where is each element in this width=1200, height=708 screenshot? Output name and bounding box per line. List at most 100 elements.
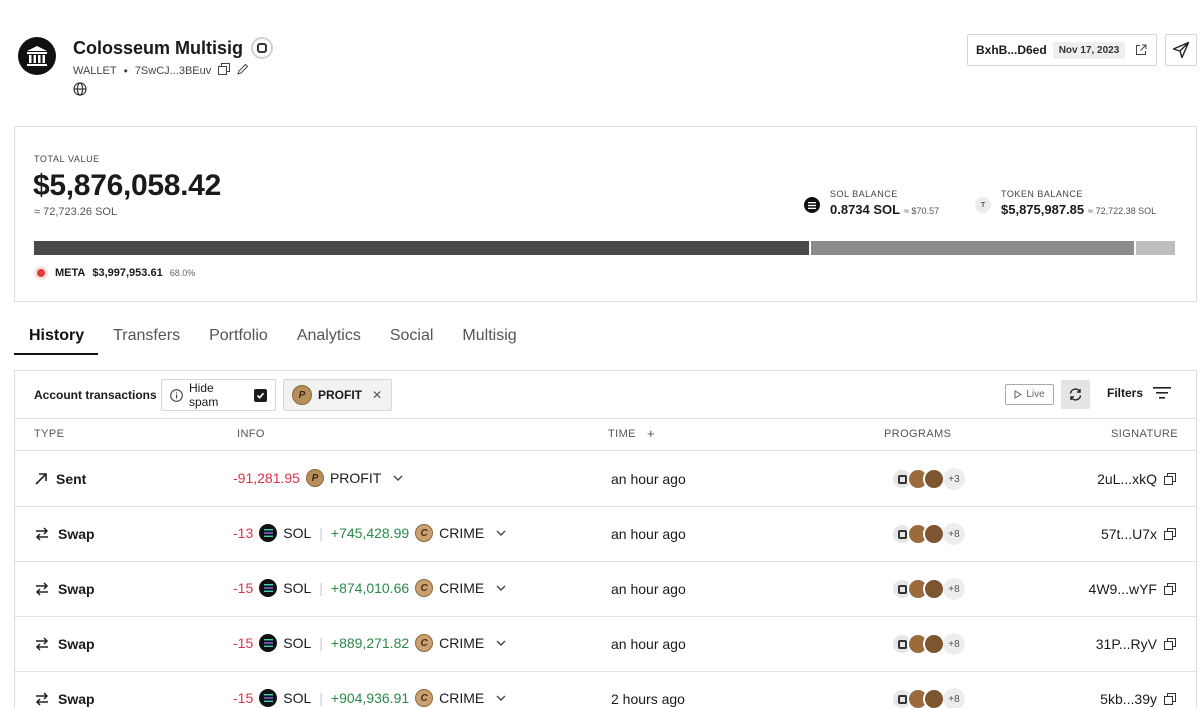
table-row[interactable]: Swap -13 SOL | +745,428.99 C CRIME an ho… xyxy=(15,507,1196,562)
tx-programs[interactable]: +3 xyxy=(891,468,965,490)
tx-programs[interactable]: +8 xyxy=(891,633,965,655)
hide-spam-checkbox[interactable] xyxy=(254,388,267,402)
chevron-down-icon[interactable] xyxy=(496,637,506,649)
in-amount: +889,271.82 xyxy=(330,635,410,651)
token-balance-value: $5,875,987.85 xyxy=(1001,202,1085,217)
tx-info: -13 SOL | +745,428.99 C CRIME xyxy=(233,524,506,542)
chevron-down-icon[interactable] xyxy=(496,692,506,704)
out-token[interactable]: SOL xyxy=(283,525,311,541)
tab-transfers[interactable]: Transfers xyxy=(98,318,194,355)
signature-text[interactable]: 2uL...xkQ xyxy=(1097,471,1157,487)
copy-icon[interactable] xyxy=(1164,693,1176,705)
filter-lines-icon xyxy=(1153,386,1172,400)
chevron-down-icon[interactable] xyxy=(496,582,506,594)
allocation-segment-meta[interactable] xyxy=(34,241,810,255)
pencil-icon[interactable] xyxy=(237,63,249,78)
chevron-down-icon[interactable] xyxy=(393,472,403,484)
live-button[interactable]: Live xyxy=(1005,384,1054,405)
colosseum-logo-icon xyxy=(18,37,56,75)
crime-token-icon: C xyxy=(415,524,434,542)
out-token[interactable]: SOL xyxy=(283,580,311,596)
copy-icon[interactable] xyxy=(1164,528,1176,540)
legend-token-name: META xyxy=(55,267,86,279)
globe-icon[interactable] xyxy=(73,82,87,101)
signature-text[interactable]: 4W9...wYF xyxy=(1089,581,1157,597)
sol-token-icon xyxy=(259,634,278,652)
verified-badge-icon xyxy=(251,37,274,59)
in-amount: +745,428.99 xyxy=(330,525,410,541)
send-button[interactable] xyxy=(1165,34,1197,66)
refresh-button[interactable] xyxy=(1061,380,1090,409)
copy-icon[interactable] xyxy=(1164,638,1176,650)
out-token[interactable]: PROFIT xyxy=(330,470,381,486)
tab-multisig[interactable]: Multisig xyxy=(447,318,530,355)
wallet-subline: WALLET • 7SwCJ...3BEuv xyxy=(73,63,249,78)
col-type: TYPE xyxy=(34,428,65,440)
filters-button[interactable]: Filters xyxy=(1107,386,1172,400)
tx-signature[interactable]: 57t...U7x xyxy=(1101,526,1176,542)
tx-programs[interactable]: +8 xyxy=(891,688,965,708)
signature-text[interactable]: 57t...U7x xyxy=(1101,526,1157,542)
copy-icon[interactable] xyxy=(1164,583,1176,595)
tx-signature[interactable]: 5kb...39y xyxy=(1100,691,1176,707)
signature-text[interactable]: 5kb...39y xyxy=(1100,691,1157,707)
in-token[interactable]: CRIME xyxy=(439,525,484,541)
more-programs-badge: +8 xyxy=(943,633,965,655)
tx-signature[interactable]: 31P...RyV xyxy=(1096,636,1176,652)
tx-type: Swap xyxy=(34,581,95,597)
tx-programs[interactable]: +8 xyxy=(891,578,965,600)
table-row[interactable]: Swap -15 SOL | +904,936.91 C CRIME 2 hou… xyxy=(15,672,1196,708)
arrow-up-right-icon xyxy=(34,472,48,486)
sol-balance-label: SOL BALANCE xyxy=(830,189,898,199)
in-token[interactable]: CRIME xyxy=(439,635,484,651)
live-label: Live xyxy=(1026,389,1045,400)
creation-signature-box[interactable]: BxhB...D6ed Nov 17, 2023 xyxy=(967,34,1157,66)
external-link-icon[interactable] xyxy=(1135,44,1147,56)
allocation-segment-3[interactable] xyxy=(1135,241,1175,255)
copy-icon[interactable] xyxy=(1164,473,1176,485)
out-token[interactable]: SOL xyxy=(283,690,311,706)
tx-signature[interactable]: 2uL...xkQ xyxy=(1097,471,1176,487)
tx-time: an hour ago xyxy=(611,636,686,652)
tx-programs[interactable]: +8 xyxy=(891,523,965,545)
program-icon xyxy=(923,633,945,655)
table-row[interactable]: Swap -15 SOL | +874,010.66 C CRIME an ho… xyxy=(15,562,1196,617)
crime-token-icon: C xyxy=(415,634,434,652)
in-token[interactable]: CRIME xyxy=(439,690,484,706)
swap-arrows-icon xyxy=(34,526,50,542)
tab-portfolio[interactable]: Portfolio xyxy=(194,318,282,355)
token-filter-label: PROFIT xyxy=(318,388,362,402)
tx-time: an hour ago xyxy=(611,471,686,487)
allocation-segment-2[interactable] xyxy=(811,241,1134,255)
copy-icon[interactable] xyxy=(218,63,231,78)
remove-filter-icon[interactable]: ✕ xyxy=(372,388,382,402)
hide-spam-toggle[interactable]: Hide spam xyxy=(161,379,276,411)
chevron-down-icon[interactable] xyxy=(496,527,506,539)
tx-info: -15 SOL | +889,271.82 C CRIME xyxy=(233,634,506,652)
time-format-toggle[interactable]: + xyxy=(647,426,655,441)
col-info: INFO xyxy=(237,428,265,440)
tab-analytics[interactable]: Analytics xyxy=(282,318,375,355)
out-token[interactable]: SOL xyxy=(283,635,311,651)
sol-token-icon xyxy=(259,524,278,542)
token-filter-chip[interactable]: P PROFIT ✕ xyxy=(283,379,392,411)
signature-text[interactable]: 31P...RyV xyxy=(1096,636,1157,652)
table-row[interactable]: Sent -91,281.95 P PROFIT an hour ago +3 … xyxy=(15,452,1196,507)
wallet-title: Colosseum Multisig xyxy=(73,37,274,59)
program-icon xyxy=(923,468,945,490)
crime-token-icon: C xyxy=(415,689,434,707)
meta-token-icon xyxy=(34,266,48,280)
table-row[interactable]: Swap -15 SOL | +889,271.82 C CRIME an ho… xyxy=(15,617,1196,672)
tab-social[interactable]: Social xyxy=(375,318,448,355)
in-token[interactable]: CRIME xyxy=(439,580,484,596)
col-time[interactable]: TIME xyxy=(608,428,636,440)
tx-info: -91,281.95 P PROFIT xyxy=(233,469,403,487)
tx-signature[interactable]: 4W9...wYF xyxy=(1089,581,1176,597)
tx-time: an hour ago xyxy=(611,526,686,542)
tab-history[interactable]: History xyxy=(14,318,99,355)
tx-time: 2 hours ago xyxy=(611,691,685,707)
out-amount: -15 xyxy=(233,690,254,706)
send-icon xyxy=(1172,41,1190,59)
tx-type: Swap xyxy=(34,526,95,542)
token-balance-block: T TOKEN BALANCE $5,875,987.85 ≈ 72,722.38… xyxy=(975,189,1156,217)
